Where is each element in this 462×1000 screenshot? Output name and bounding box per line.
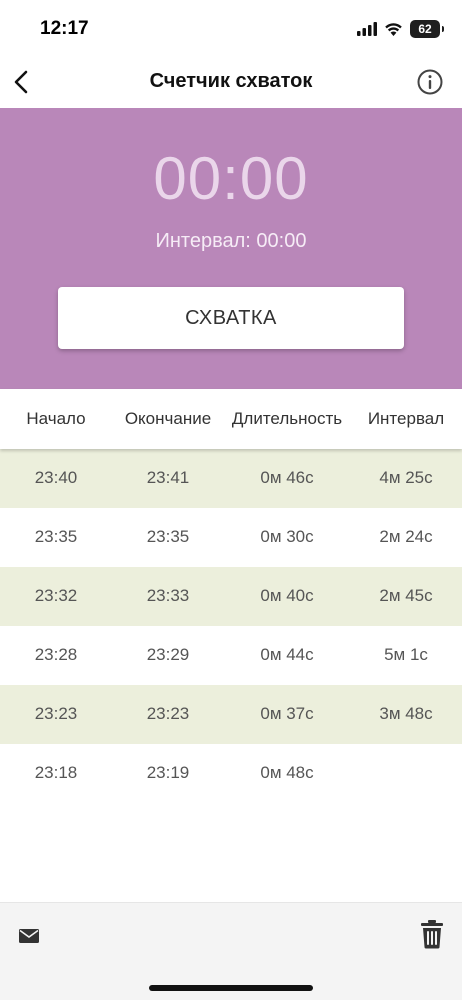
signal-icon <box>357 22 377 36</box>
interval-display: Интервал: 00:00 <box>155 230 307 252</box>
cell-interval: 4м 25с <box>379 468 433 487</box>
column-header-start: Начало <box>26 409 86 428</box>
table-row: 23:35 23:35 0м 30с 2м 24с <box>0 508 462 567</box>
contraction-button[interactable]: СХВАТКА <box>58 287 404 349</box>
cell-end: 23:41 <box>146 468 190 487</box>
status-bar: 12:17 62 <box>0 0 462 58</box>
cell-interval: 3м 48с <box>379 704 433 723</box>
delete-button[interactable] <box>420 919 444 949</box>
wifi-icon <box>385 23 402 36</box>
cell-end: 23:35 <box>146 527 190 546</box>
table-row: 23:18 23:19 0м 48с <box>0 744 462 803</box>
cell-start: 23:28 <box>34 645 78 664</box>
table-header: Начало Окончание Длительность Интервал <box>0 389 462 449</box>
cell-end: 23:19 <box>146 763 190 782</box>
page-title: Счетчик схваток <box>149 70 313 92</box>
cell-duration: 0м 30с <box>260 527 314 546</box>
column-header-end: Окончание <box>124 409 212 428</box>
cell-duration: 0м 48с <box>260 763 314 782</box>
column-header-duration: Длительность <box>231 409 343 428</box>
status-icons: 62 <box>357 20 444 38</box>
contractions-table: 23:40 23:41 0м 46с 4м 25с 23:35 23:35 0м… <box>0 449 462 803</box>
cell-end: 23:29 <box>146 645 190 664</box>
cell-duration: 0м 40с <box>260 586 314 605</box>
table-row: 23:40 23:41 0м 46с 4м 25с <box>0 449 462 508</box>
cell-interval: 2м 24с <box>379 527 433 546</box>
cell-start: 23:40 <box>34 468 78 487</box>
timer-panel: 00:00 Интервал: 00:00 СХВАТКА <box>0 108 462 389</box>
status-time: 12:17 <box>40 18 89 39</box>
home-indicator <box>149 985 313 991</box>
cell-end: 23:23 <box>146 704 190 723</box>
info-icon <box>417 69 443 95</box>
info-button[interactable] <box>416 68 444 96</box>
cell-duration: 0м 37с <box>260 704 314 723</box>
cell-interval: 2м 45с <box>379 586 433 605</box>
cell-duration: 0м 44с <box>260 645 314 664</box>
cell-interval: 5м 1с <box>384 645 428 664</box>
mail-button[interactable] <box>18 927 40 945</box>
timer-display: 00:00 <box>153 145 309 212</box>
nav-bar: Счетчик схваток <box>0 58 462 108</box>
cell-end: 23:33 <box>146 586 190 605</box>
cell-start: 23:23 <box>34 704 78 723</box>
bottom-toolbar <box>0 902 462 1000</box>
cell-start: 23:18 <box>34 763 78 782</box>
cell-duration: 0м 46с <box>260 468 314 487</box>
table-row: 23:28 23:29 0м 44с 5м 1с <box>0 626 462 685</box>
cell-start: 23:35 <box>34 527 78 546</box>
battery-icon: 62 <box>410 20 444 38</box>
trash-icon <box>421 920 443 949</box>
table-row: 23:32 23:33 0м 40с 2м 45с <box>0 567 462 626</box>
mail-icon <box>19 929 39 943</box>
cell-start: 23:32 <box>34 586 78 605</box>
table-row: 23:23 23:23 0м 37с 3м 48с <box>0 685 462 744</box>
column-header-interval: Интервал <box>367 409 445 428</box>
